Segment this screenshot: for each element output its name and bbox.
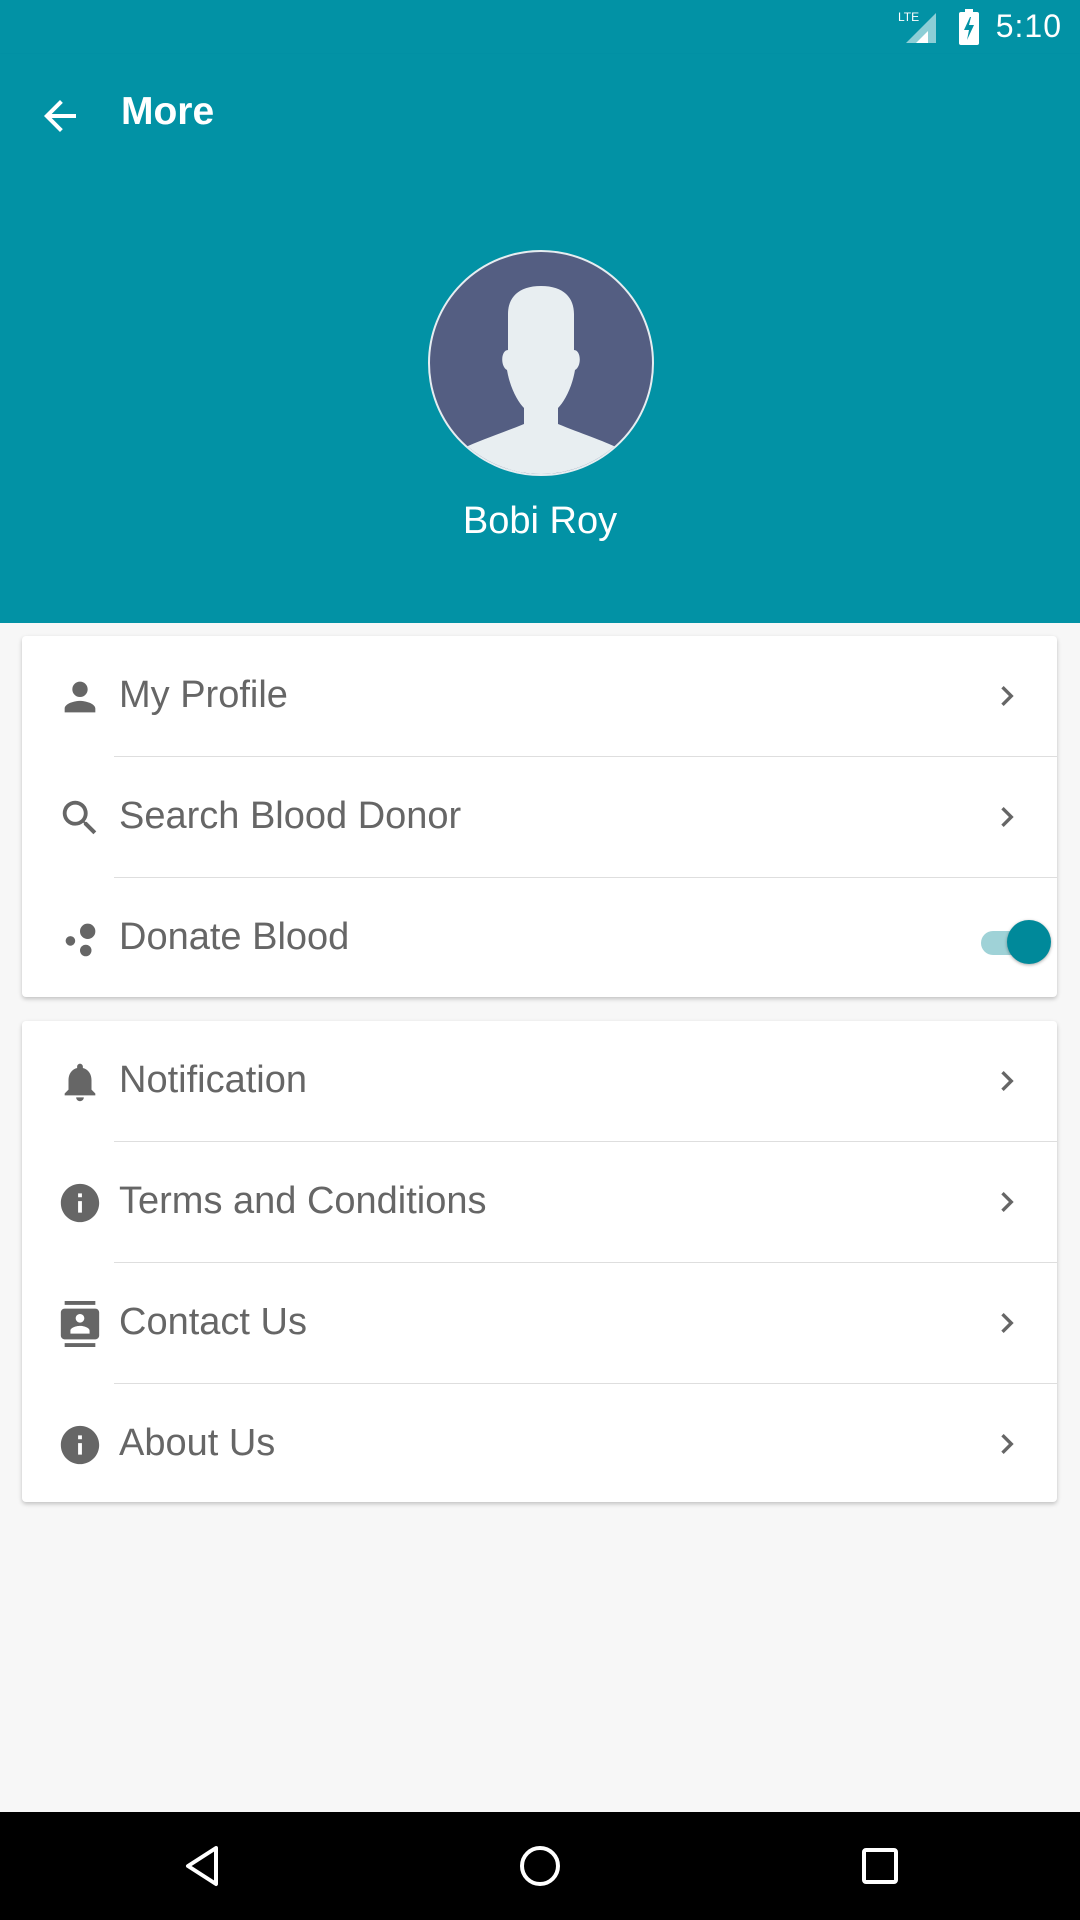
menu-item-label: Terms and Conditions: [119, 1180, 487, 1222]
status-time: 5:10: [995, 8, 1062, 44]
menu-item-label: Notification: [119, 1059, 307, 1101]
lte-signal-icon: LTE: [898, 10, 936, 43]
user-name: Bobi Roy: [462, 500, 618, 542]
chevron-right-icon: [1001, 1313, 1014, 1333]
app-bar: More: [0, 54, 1080, 178]
info-icon: [60, 1425, 100, 1465]
menu-item-my-profile[interactable]: My Profile: [22, 636, 1057, 757]
recents-square-icon[interactable]: [856, 1842, 904, 1890]
menu-item-search-blood-donor[interactable]: Search Blood Donor: [22, 757, 1057, 878]
status-icons: LTE 5:10: [898, 8, 1062, 45]
menu-item-about-us[interactable]: About Us: [22, 1384, 1057, 1505]
page-title: More: [121, 90, 215, 133]
toggle-thumb: [1007, 920, 1051, 964]
arrow-back-icon[interactable]: [36, 92, 84, 140]
menu-item-label: Contact Us: [119, 1301, 307, 1343]
menu-item-label: My Profile: [119, 674, 288, 716]
menu-item-label: Search Blood Donor: [119, 795, 462, 837]
status-bar: LTE 5:10: [0, 0, 1080, 54]
menu-item-notification[interactable]: Notification: [22, 1021, 1057, 1142]
info-icon: [60, 1183, 100, 1223]
avatar[interactable]: [428, 250, 654, 476]
menu-item-contact-us[interactable]: Contact Us: [22, 1263, 1057, 1384]
battery-charging-icon: [958, 8, 979, 45]
back-triangle-icon[interactable]: [178, 1842, 226, 1890]
menu-card-primary: My Profile Search Blood Donor Donate Blo…: [22, 636, 1057, 997]
profile-header: Bobi Roy: [0, 178, 1080, 623]
menu-item-terms-and-conditions[interactable]: Terms and Conditions: [22, 1142, 1057, 1263]
contacts-icon: [60, 1301, 100, 1347]
home-circle-icon[interactable]: [516, 1842, 564, 1890]
chevron-right-icon: [1001, 1434, 1014, 1454]
menu-item-label: About Us: [119, 1422, 276, 1464]
svg-text:LTE: LTE: [898, 10, 919, 24]
donate-blood-toggle[interactable]: [975, 918, 1051, 964]
chevron-right-icon: [1001, 807, 1014, 827]
menu-card-secondary: Notification Terms and Conditions Contac…: [22, 1021, 1057, 1502]
menu-item-label: Donate Blood: [119, 916, 350, 958]
bell-icon: [64, 1063, 96, 1102]
person-silhouette-icon: [464, 286, 618, 474]
chevron-right-icon: [1001, 1192, 1014, 1212]
chevron-right-icon: [1001, 1071, 1014, 1091]
menu-item-donate-blood[interactable]: Donate Blood: [22, 878, 1057, 999]
search-icon: [62, 800, 97, 835]
person-icon: [64, 681, 96, 713]
chevron-right-icon: [1001, 686, 1014, 706]
blood-drops-icon: [65, 923, 96, 957]
system-nav-bar: [0, 1812, 1080, 1920]
